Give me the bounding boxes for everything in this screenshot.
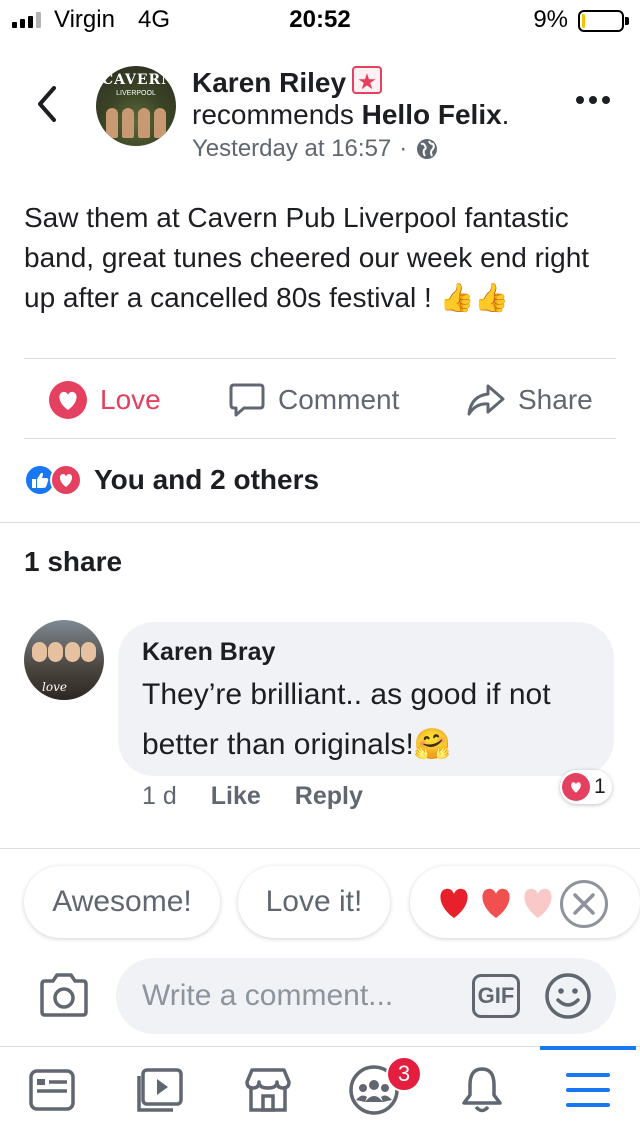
share-arrow-icon — [467, 384, 505, 416]
news-feed-icon — [29, 1069, 75, 1111]
author-line: Karen Riley — [192, 64, 383, 100]
comment-author[interactable]: Karen Bray — [142, 638, 275, 667]
tab-menu[interactable] — [558, 1060, 618, 1120]
author-name[interactable]: Karen Riley — [192, 67, 346, 98]
smiley-icon — [545, 973, 591, 1019]
comment-meta: 1 d Like Reply — [142, 782, 363, 811]
love-label: Love — [100, 384, 161, 415]
avatar-logo-text: CAVERN — [102, 72, 175, 88]
dot-icon — [576, 96, 584, 104]
gif-button[interactable]: GIF — [472, 974, 520, 1018]
marketplace-shop-icon — [245, 1068, 291, 1112]
share-button[interactable]: Share — [466, 378, 593, 422]
globe-icon — [417, 139, 438, 159]
recommended-page-link[interactable]: Hello Felix — [362, 99, 502, 130]
quick-reply-chip[interactable]: Awesome! — [24, 866, 220, 938]
divider — [24, 358, 616, 359]
comment-age: 1 d — [142, 782, 177, 810]
comment-button[interactable]: Comment — [228, 378, 399, 422]
comment-text: They’re brilliant.. as good if not bette… — [142, 678, 551, 761]
divider — [24, 438, 616, 439]
hamburger-menu-icon — [566, 1073, 610, 1107]
recommendation-verb: recommends — [192, 99, 354, 130]
back-button[interactable] — [30, 84, 66, 124]
love-button[interactable]: Love — [48, 378, 161, 422]
active-tab-indicator — [540, 1046, 636, 1050]
battery-percent: 9% — [533, 6, 568, 33]
avatar-script-text: love — [42, 680, 67, 694]
notification-badge: 3 — [386, 1056, 422, 1092]
chevron-left-icon — [38, 86, 56, 122]
divider — [0, 848, 640, 849]
love-reaction-icon — [49, 381, 87, 419]
quick-reply-chip[interactable]: Love it! — [238, 866, 390, 938]
comment-reaction-count[interactable]: 1 — [560, 770, 612, 804]
commenter-avatar[interactable]: love — [24, 620, 104, 700]
tab-notifications[interactable] — [452, 1060, 512, 1120]
battery-level-fill — [582, 14, 585, 28]
recommendation-line: recommends Hello Felix. — [192, 98, 509, 132]
love-reaction-icon — [562, 773, 590, 801]
author-avatar[interactable]: CAVERN LIVERPOOL — [96, 66, 176, 146]
post-meta: Yesterday at 16:57 · — [192, 134, 439, 164]
avatar-photo-people — [32, 642, 96, 662]
bell-icon — [462, 1067, 502, 1113]
comment-bubble-icon — [229, 383, 265, 417]
comment-like-button[interactable]: Like — [211, 782, 261, 811]
reaction-summary-text: You and 2 others — [94, 464, 320, 495]
status-bar: Virgin 4G 20:52 9% — [0, 0, 640, 40]
video-play-icon — [137, 1068, 183, 1112]
comment-label: Comment — [278, 384, 400, 415]
hearts-icon — [440, 888, 552, 918]
tab-marketplace[interactable] — [238, 1060, 298, 1120]
camera-button[interactable] — [38, 972, 90, 1018]
comment-reply-button[interactable]: Reply — [295, 782, 363, 811]
avatar-photo-people — [106, 108, 166, 142]
reaction-summary[interactable]: You and 2 others — [24, 464, 319, 496]
emoji-button[interactable] — [544, 972, 592, 1020]
recommendation-period: . — [501, 99, 510, 130]
recommendation-star-icon — [352, 65, 383, 99]
divider — [0, 522, 640, 523]
avatar-logo-subtext: LIVERPOOL — [116, 90, 156, 97]
camera-icon — [40, 973, 88, 1017]
comment-input[interactable] — [116, 958, 616, 1034]
dot-icon — [602, 96, 610, 104]
tab-watch[interactable] — [130, 1060, 190, 1120]
share-count[interactable]: 1 share — [24, 546, 122, 578]
meta-separator: · — [399, 135, 408, 162]
dot-icon — [589, 96, 597, 104]
tab-news-feed[interactable] — [22, 1060, 82, 1120]
more-options-button[interactable] — [576, 96, 610, 104]
comment-reaction-number: 1 — [594, 775, 606, 798]
post-timestamp[interactable]: Yesterday at 16:57 — [192, 134, 391, 164]
dismiss-quick-replies-button[interactable] — [560, 880, 608, 928]
battery-icon — [578, 10, 629, 32]
love-reaction-icon — [50, 464, 82, 496]
post-body: Saw them at Cavern Pub Liverpool fantast… — [24, 202, 590, 313]
share-label: Share — [518, 384, 593, 415]
close-icon — [573, 893, 595, 915]
